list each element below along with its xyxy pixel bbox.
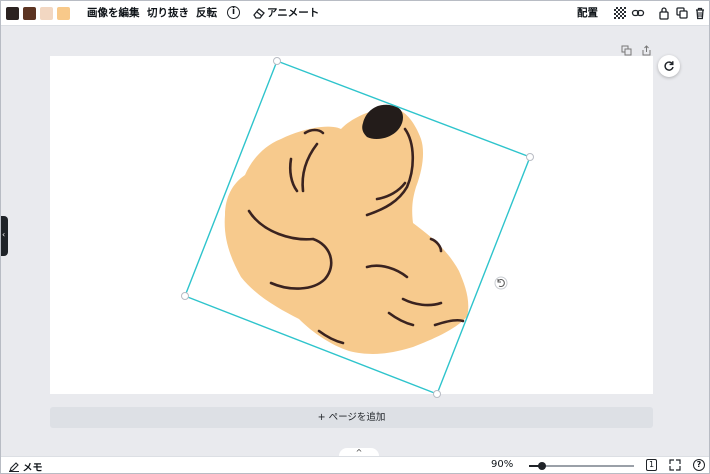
resize-handle-left[interactable]	[181, 292, 189, 300]
memo-button[interactable]: メモ	[9, 459, 42, 474]
canvas-overlay	[181, 57, 534, 398]
pencil-icon	[9, 462, 19, 472]
help-icon[interactable]: ?	[693, 459, 705, 471]
zoom-level: 90%	[491, 459, 514, 470]
zoom-slider[interactable]	[529, 462, 634, 470]
dog-fur	[224, 108, 469, 354]
resize-handle-top[interactable]	[273, 57, 281, 65]
refresh-icon	[664, 61, 674, 71]
bottom-bar: メモ 90% 1 ?	[1, 456, 709, 474]
refresh-button[interactable]	[658, 55, 680, 77]
dog-illustration[interactable]	[224, 104, 469, 354]
resize-handle-bottom[interactable]	[433, 390, 441, 398]
resize-handle-right[interactable]	[526, 153, 534, 161]
add-page-button[interactable]: + ページを追加	[50, 407, 653, 428]
page-count-icon[interactable]: 1	[646, 459, 657, 471]
fullscreen-icon[interactable]	[669, 459, 681, 474]
zoom-slider-knob[interactable]	[537, 462, 546, 470]
rotate-handle-icon[interactable]	[494, 276, 508, 290]
memo-label: メモ	[22, 463, 43, 474]
